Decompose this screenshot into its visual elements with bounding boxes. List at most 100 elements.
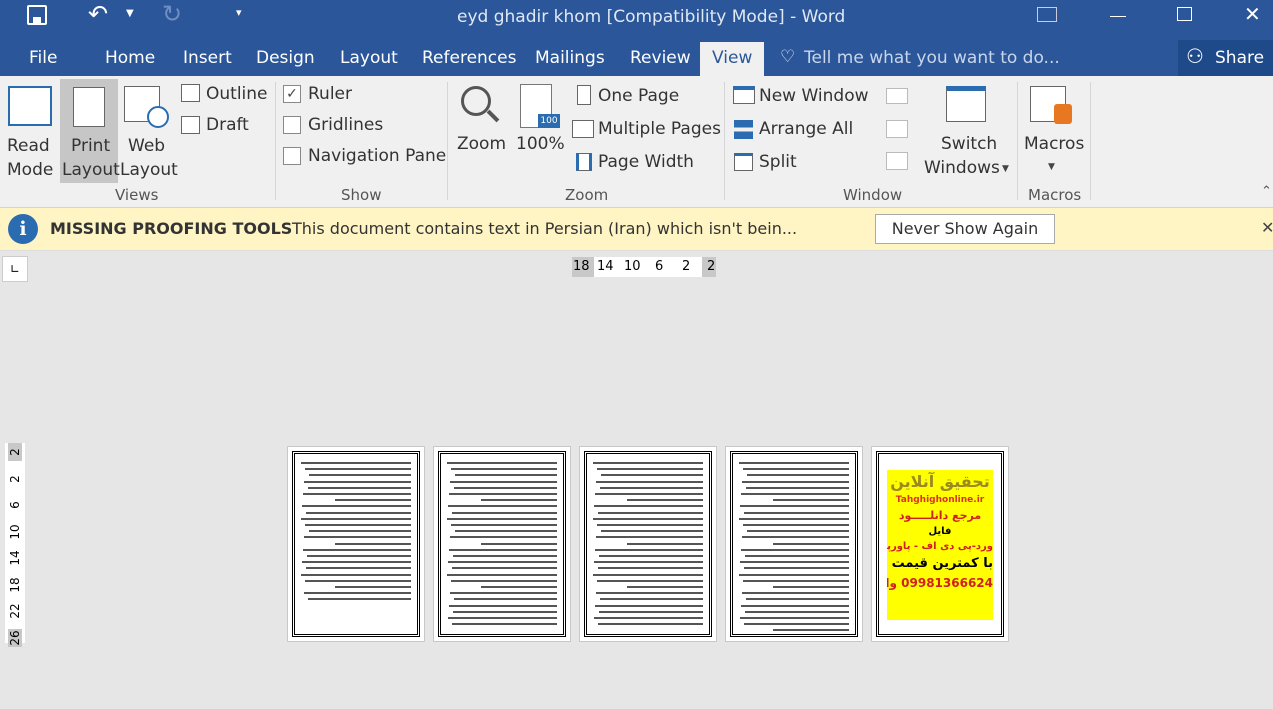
- web-layout-button[interactable]: Web Layout: [120, 80, 178, 184]
- print-layout-label: Print: [71, 136, 111, 156]
- horizontal-ruler[interactable]: 18 14 10 6 2 2: [572, 257, 716, 277]
- ruler-tick: 26: [8, 628, 22, 647]
- text-line: [305, 524, 411, 526]
- text-line: [447, 573, 557, 576]
- text-line: [448, 505, 557, 508]
- ruler-tick: 10: [624, 259, 641, 274]
- tab-mailings[interactable]: Mailings: [535, 46, 605, 70]
- maximize-button[interactable]: [1177, 7, 1192, 21]
- text-line: [306, 511, 411, 514]
- info-icon: i: [8, 214, 38, 244]
- read-mode-label-2: Mode: [7, 160, 54, 180]
- page-width-icon: [576, 153, 592, 171]
- tab-selector[interactable]: ∟: [2, 256, 28, 282]
- text-line: [303, 493, 411, 495]
- ruler-checkbox[interactable]: ✓: [283, 85, 301, 103]
- navigation-pane-checkbox[interactable]: [283, 147, 301, 165]
- tab-references[interactable]: References: [422, 46, 516, 70]
- one-page-button[interactable]: One Page: [598, 86, 679, 106]
- text-line: [746, 598, 849, 601]
- tab-view[interactable]: View: [700, 42, 765, 76]
- text-line: [773, 586, 849, 588]
- ruler-label: Ruler: [308, 84, 352, 104]
- customize-qat-icon[interactable]: ▾: [236, 6, 242, 19]
- ruler-tick: 10: [8, 523, 22, 540]
- text-line: [596, 480, 703, 483]
- save-icon[interactable]: [27, 5, 47, 25]
- minimize-button[interactable]: [1110, 16, 1126, 17]
- ruler-tick: 2: [8, 443, 22, 461]
- text-line: [447, 462, 557, 464]
- print-layout-button[interactable]: Print Layout: [60, 79, 120, 183]
- text-line: [308, 598, 411, 601]
- text-line: [454, 598, 557, 601]
- text-line: [453, 555, 557, 557]
- tab-design[interactable]: Design: [256, 46, 315, 70]
- page-thumbnail[interactable]: [433, 446, 571, 642]
- split-button[interactable]: Split: [759, 152, 797, 172]
- text-line: [742, 592, 849, 595]
- close-button[interactable]: ✕: [1244, 2, 1261, 26]
- page-thumbnail[interactable]: [287, 446, 425, 642]
- window-group-label: Window: [843, 186, 903, 204]
- vertical-ruler[interactable]: 2 2 6 10 14 18 22 26: [5, 443, 25, 647]
- page-thumbnail[interactable]: [725, 446, 863, 642]
- page-thumbnail[interactable]: تحقیق آنلاین Tahghighonline.ir مرجع دانلــ…: [871, 446, 1009, 642]
- new-window-button[interactable]: New Window: [759, 86, 869, 106]
- read-mode-button[interactable]: Read Mode: [4, 80, 58, 184]
- arrange-all-button[interactable]: Arrange All: [759, 119, 853, 139]
- text-line: [303, 548, 411, 551]
- divider: [724, 82, 725, 200]
- text-line: [600, 598, 703, 601]
- zoom-label: Zoom: [457, 134, 507, 154]
- page-width-button[interactable]: Page Width: [598, 152, 694, 172]
- multiple-pages-button[interactable]: Multiple Pages: [598, 119, 721, 139]
- tab-review[interactable]: Review: [630, 46, 691, 70]
- lightbulb-icon: ♡: [780, 47, 796, 67]
- ad-text: ورد-پی دی اف - پاورپوینت: [887, 541, 993, 552]
- ad-text: مرجع دانلـــــود: [898, 508, 982, 522]
- text-line: [597, 579, 703, 582]
- text-line: [744, 567, 849, 570]
- undo-dropdown-icon[interactable]: ▼: [126, 8, 134, 19]
- switch-windows-button[interactable]: Switch Windows ▼: [920, 82, 1014, 182]
- show-group-label: Show: [341, 186, 382, 204]
- collapse-ribbon-icon[interactable]: ⌃: [1261, 184, 1272, 199]
- close-message-icon[interactable]: ✕: [1261, 218, 1273, 237]
- text-line: [739, 462, 849, 464]
- tell-me-input[interactable]: Tell me what you want to do...: [804, 46, 1060, 70]
- tab-home[interactable]: Home: [105, 46, 155, 70]
- tab-file[interactable]: File: [29, 46, 57, 70]
- tab-insert[interactable]: Insert: [183, 46, 232, 70]
- never-show-again-button[interactable]: Never Show Again: [875, 214, 1055, 244]
- page-thumbnail[interactable]: [579, 446, 717, 642]
- text-line: [335, 586, 411, 588]
- ruler-tick: 2: [682, 259, 691, 274]
- macros-button[interactable]: Macros ▼: [1020, 82, 1088, 182]
- text-line: [743, 524, 849, 526]
- dropdown-arrow-icon: ▼: [1048, 162, 1055, 172]
- text-line: [302, 561, 411, 564]
- text-line: [744, 511, 849, 514]
- ribbon-display-icon[interactable]: [1037, 7, 1057, 22]
- share-button[interactable]: ⚇ Share: [1178, 40, 1273, 76]
- print-layout-label-2: Layout: [62, 160, 120, 180]
- text-line: [594, 505, 703, 508]
- gridlines-checkbox[interactable]: [283, 116, 301, 134]
- ruler-tick: 2: [8, 474, 22, 483]
- undo-icon[interactable]: ↶: [88, 0, 108, 28]
- ruler-tick: 14: [597, 259, 614, 274]
- text-line: [594, 617, 703, 619]
- text-line: [598, 567, 703, 570]
- web-layout-label: Web: [128, 136, 166, 156]
- text-line: [309, 530, 411, 533]
- read-mode-label: Read: [7, 136, 50, 156]
- tab-layout[interactable]: Layout: [340, 46, 398, 70]
- divider: [275, 82, 276, 200]
- zoom-button[interactable]: Zoom: [455, 82, 507, 182]
- outline-button[interactable]: Outline: [206, 84, 268, 104]
- text-line: [309, 474, 411, 477]
- zoom-100-button[interactable]: 100 100%: [514, 82, 565, 182]
- text-line: [448, 617, 557, 619]
- draft-button[interactable]: Draft: [206, 115, 249, 135]
